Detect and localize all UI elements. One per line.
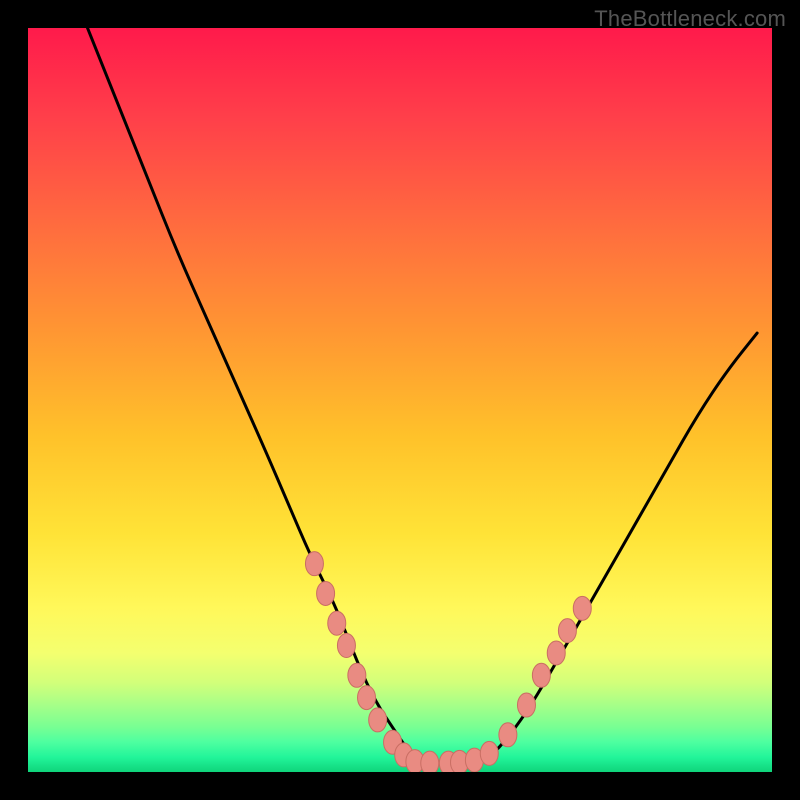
data-dot	[305, 552, 323, 576]
data-dot	[480, 741, 498, 765]
chart-frame: TheBottleneck.com	[0, 0, 800, 800]
data-dot	[369, 708, 387, 732]
data-dot	[517, 693, 535, 717]
plot-area	[28, 28, 772, 772]
curve-layer	[28, 28, 772, 772]
data-dot	[499, 723, 517, 747]
data-dot	[532, 663, 550, 687]
data-dot	[317, 581, 335, 605]
bottleneck-curve	[88, 28, 758, 765]
data-dot	[547, 641, 565, 665]
data-dot	[358, 686, 376, 710]
data-dot	[573, 596, 591, 620]
data-dot	[337, 634, 355, 658]
data-dot	[558, 619, 576, 643]
data-dot	[328, 611, 346, 635]
data-dot	[348, 663, 366, 687]
data-dot	[421, 751, 439, 772]
